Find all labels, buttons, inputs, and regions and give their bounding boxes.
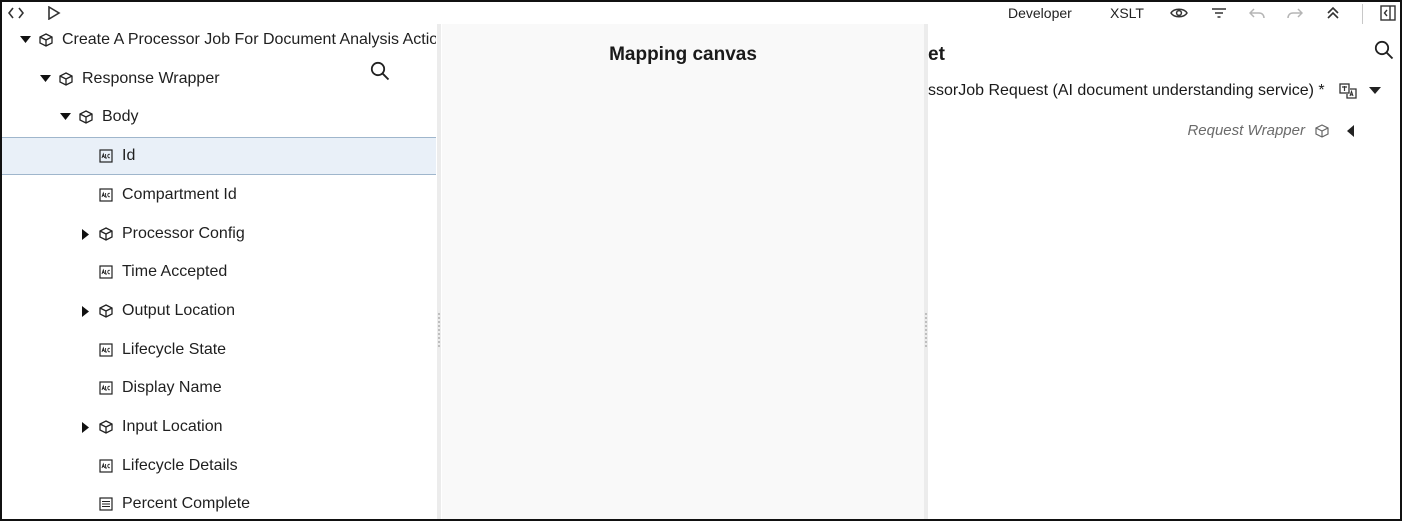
splitter-grip[interactable]	[437, 312, 441, 348]
translate-icon[interactable]	[1339, 83, 1357, 99]
source-splitter[interactable]	[437, 24, 441, 519]
mapper-window: Developer XSLT Create A Processor Job Fo…	[0, 0, 1402, 521]
mapping-canvas[interactable]: Mapping canvas	[442, 24, 924, 519]
target-root-label: ssorJob Request (AI document understandi…	[928, 82, 1325, 99]
number-field-icon	[98, 496, 114, 512]
tree-item[interactable]: Percent Complete	[2, 485, 436, 519]
toolbar: Developer XSLT	[2, 2, 1400, 24]
panel-toggle-icon[interactable]	[1378, 2, 1398, 24]
tree-item-label: Lifecycle State	[122, 341, 227, 358]
source-tree-panel: Create A Processor Job For Document Anal…	[2, 24, 436, 519]
tree-item-label: Response Wrapper	[82, 70, 220, 87]
filter-icon[interactable]	[1208, 2, 1230, 24]
tree-item[interactable]: Time Accepted	[2, 253, 436, 291]
object-icon	[58, 71, 74, 87]
object-icon	[98, 419, 114, 435]
tree-item-label: Lifecycle Details	[122, 457, 238, 474]
string-field-icon	[98, 458, 114, 474]
tree-item[interactable]: Compartment Id	[2, 176, 436, 214]
tree-item[interactable]: Id	[2, 137, 436, 175]
object-icon	[98, 226, 114, 242]
target-item-label: Request Wrapper	[1187, 122, 1305, 139]
chevron-down-icon[interactable]	[1368, 87, 1381, 95]
target-root-node[interactable]: ssorJob Request (AI document understandi…	[928, 82, 1381, 100]
tree-item[interactable]: Input Location	[2, 408, 436, 446]
tree-item-label: Create A Processor Job For Document Anal…	[62, 31, 436, 48]
caret-down-icon[interactable]	[38, 72, 52, 86]
object-icon	[78, 109, 94, 125]
code-icon[interactable]	[6, 2, 26, 24]
tree-item-label: Processor Config	[122, 225, 245, 242]
tree-item[interactable]: Output Location	[2, 292, 436, 330]
tree-item-label: Time Accepted	[122, 263, 228, 280]
object-icon	[1315, 123, 1329, 138]
string-field-icon	[98, 187, 114, 203]
string-field-icon	[98, 380, 114, 396]
tree-item[interactable]: Create A Processor Job For Document Anal…	[2, 24, 436, 59]
eye-icon[interactable]	[1168, 2, 1190, 24]
tree-item[interactable]: Lifecycle Details	[2, 447, 436, 485]
xslt-toggle[interactable]: XSLT	[1110, 4, 1144, 22]
caret-down-icon[interactable]	[18, 33, 32, 47]
tree-item-label: Body	[102, 108, 139, 125]
object-icon	[98, 303, 114, 319]
developer-toggle[interactable]: Developer	[1008, 4, 1072, 22]
string-field-icon	[98, 148, 114, 164]
tree-item-label: Display Name	[122, 379, 222, 396]
string-field-icon	[98, 264, 114, 280]
tree-item[interactable]: Display Name	[2, 369, 436, 407]
tree-item-label: Compartment Id	[122, 186, 237, 203]
string-field-icon	[98, 342, 114, 358]
caret-down-icon[interactable]	[58, 110, 72, 124]
search-icon[interactable]	[370, 61, 390, 86]
tree-item-label: Percent Complete	[122, 495, 251, 512]
object-icon	[38, 32, 54, 48]
tree-item[interactable]: Processor Config	[2, 215, 436, 253]
caret-right-icon[interactable]	[78, 420, 92, 434]
tree-item[interactable]: Lifecycle State	[2, 331, 436, 369]
target-title: et	[928, 44, 945, 65]
tree-item[interactable]: Body	[2, 98, 436, 136]
target-tree-item[interactable]: Request Wrapper	[1187, 122, 1354, 139]
caret-right-icon[interactable]	[78, 304, 92, 318]
collapse-icon[interactable]	[1322, 2, 1344, 24]
tree-item-label: Input Location	[122, 418, 223, 435]
target-tree-panel: et ssorJob Request (AI document understa…	[928, 24, 1400, 519]
search-icon[interactable]	[1374, 40, 1394, 65]
expand-left-icon[interactable]	[1347, 124, 1354, 137]
play-icon[interactable]	[44, 2, 64, 24]
redo-icon[interactable]	[1284, 2, 1306, 24]
undo-icon[interactable]	[1246, 2, 1268, 24]
caret-right-icon[interactable]	[78, 227, 92, 241]
toolbar-divider	[1362, 4, 1363, 24]
tree-item-label: Output Location	[122, 302, 235, 319]
canvas-title: Mapping canvas	[609, 44, 757, 65]
tree-item-label: Id	[122, 147, 136, 164]
